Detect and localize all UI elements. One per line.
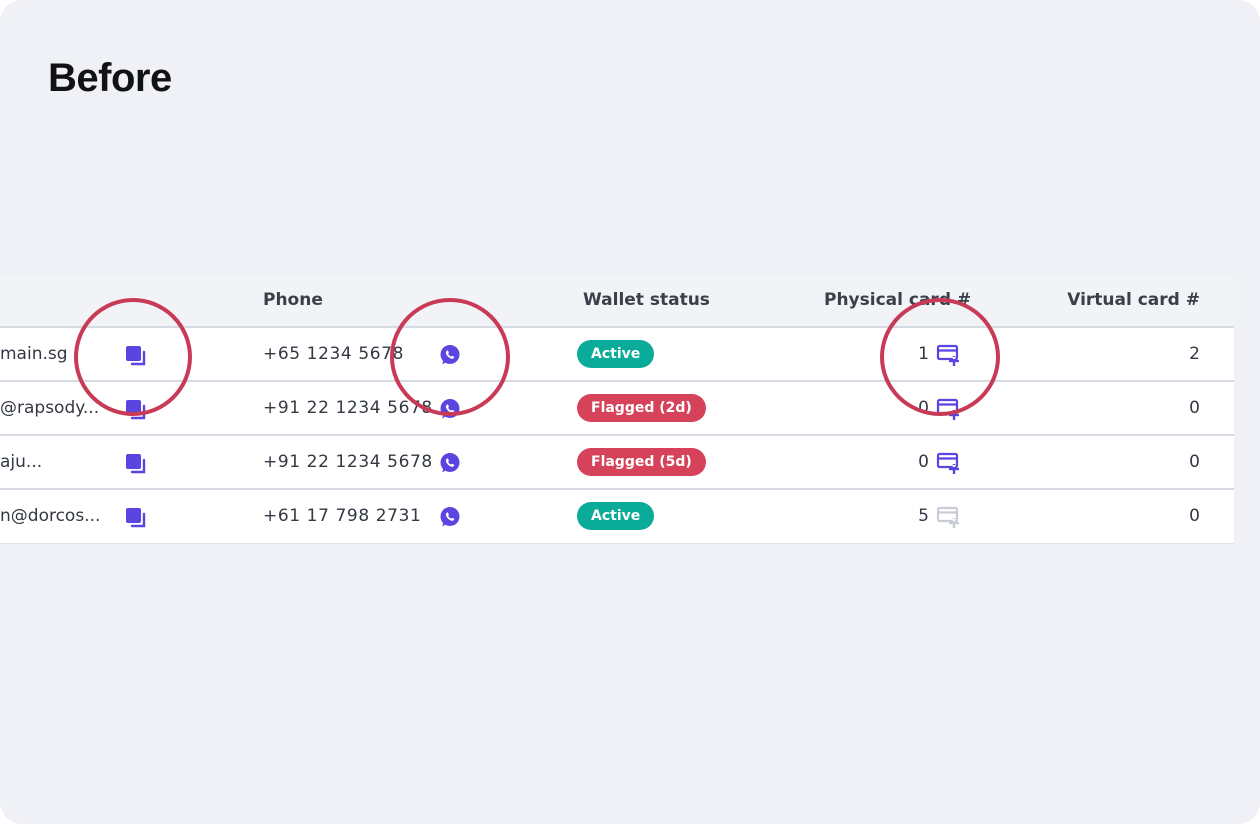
whatsapp-icon[interactable] xyxy=(438,505,462,529)
table-row[interactable]: aju... +91 22 1234 5678 Flagged (5d) 0 0 xyxy=(0,436,1234,490)
physical-card-count: 5 xyxy=(918,506,929,526)
phone-cell: +65 1234 5678 xyxy=(263,344,405,364)
page-title: Before xyxy=(48,56,172,100)
add-card-icon xyxy=(936,504,962,530)
phone-cell: +91 22 1234 5678 xyxy=(263,398,433,418)
column-header-wallet-status[interactable]: Wallet status xyxy=(583,290,710,310)
physical-card-count: 1 xyxy=(918,344,929,364)
virtual-card-count: 0 xyxy=(1189,506,1200,526)
phone-cell: +61 17 798 2731 xyxy=(263,506,422,526)
column-header-phone[interactable]: Phone xyxy=(263,290,323,310)
column-header-virtual-card[interactable]: Virtual card # xyxy=(1067,290,1200,310)
add-card-icon[interactable] xyxy=(936,342,962,368)
whatsapp-icon[interactable] xyxy=(438,451,462,475)
table-body: main.sg +65 1234 5678 Active 1 2 @rapsod… xyxy=(0,328,1234,544)
whatsapp-icon[interactable] xyxy=(438,397,462,421)
copy-icon[interactable] xyxy=(124,506,148,530)
email-cell: main.sg xyxy=(0,344,68,364)
copy-icon[interactable] xyxy=(124,344,148,368)
table-row[interactable]: n@dorcos... +61 17 798 2731 Active 5 0 xyxy=(0,490,1234,544)
virtual-card-count: 0 xyxy=(1189,452,1200,472)
physical-card-count: 0 xyxy=(918,398,929,418)
table-row[interactable]: @rapsody... +91 22 1234 5678 Flagged (2d… xyxy=(0,382,1234,436)
wallet-status-badge: Active xyxy=(577,502,655,530)
email-cell: aju... xyxy=(0,452,43,472)
members-table: Phone Wallet status Physical card # Virt… xyxy=(0,276,1234,544)
column-header-physical-card[interactable]: Physical card # xyxy=(824,290,971,310)
table-row[interactable]: main.sg +65 1234 5678 Active 1 2 xyxy=(0,328,1234,382)
email-cell: n@dorcos... xyxy=(0,506,101,526)
table-header: Phone Wallet status Physical card # Virt… xyxy=(0,276,1234,328)
add-card-icon[interactable] xyxy=(936,450,962,476)
wallet-status-badge: Flagged (2d) xyxy=(577,394,706,422)
physical-card-count: 0 xyxy=(918,452,929,472)
wallet-status-badge: Active xyxy=(577,340,655,368)
copy-icon[interactable] xyxy=(124,398,148,422)
screenshot-frame: Before Phone Wallet status Physical card… xyxy=(0,0,1260,824)
whatsapp-icon[interactable] xyxy=(438,343,462,367)
virtual-card-count: 0 xyxy=(1189,398,1200,418)
phone-cell: +91 22 1234 5678 xyxy=(263,452,433,472)
wallet-status-badge: Flagged (5d) xyxy=(577,448,706,476)
virtual-card-count: 2 xyxy=(1189,344,1200,364)
add-card-icon[interactable] xyxy=(936,396,962,422)
email-cell: @rapsody... xyxy=(0,398,100,418)
copy-icon[interactable] xyxy=(124,452,148,476)
